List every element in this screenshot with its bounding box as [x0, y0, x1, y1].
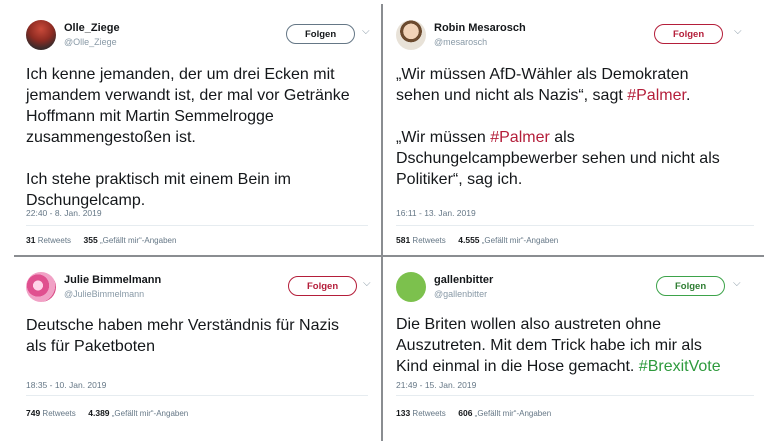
avatar[interactable] — [396, 20, 426, 50]
user-handle[interactable]: @JulieBimmelmann — [64, 289, 144, 299]
like-label[interactable]: „Gefällt mir“-Angaben — [482, 236, 558, 245]
retweet-label[interactable]: Retweets — [412, 236, 445, 245]
tweet-text: Deutsche haben mehr Verständnis für Nazi… — [26, 315, 339, 357]
user-name[interactable]: Robin Mesarosch — [434, 22, 526, 34]
tweet-text-fragment: Kind einmal in die Hose gemacht. — [396, 358, 639, 375]
tweet-timestamp[interactable]: 18:35 - 10. Jan. 2019 — [26, 380, 106, 390]
follow-button[interactable]: Folgen — [654, 24, 724, 44]
tweet-text-fragment: „Wir müssen — [396, 129, 491, 146]
retweet-label[interactable]: Retweets — [42, 409, 75, 418]
tweet-card-gallenbitter: gallenbitter @gallenbitter Folgen ⌵ Die … — [388, 262, 764, 442]
chevron-down-icon[interactable]: ⌵ — [734, 26, 742, 37]
like-count[interactable]: 4.389 — [88, 408, 109, 418]
hashtag-link[interactable]: #Palmer — [490, 129, 550, 146]
tweet-card-julie-bimmelmann: Julie Bimmelmann @JulieBimmelmann Folgen… — [18, 262, 378, 442]
tweet-timestamp[interactable]: 22:40 - 8. Jan. 2019 — [26, 208, 102, 218]
chevron-down-icon[interactable]: ⌵ — [362, 26, 370, 37]
like-count[interactable]: 4.555 — [458, 235, 479, 245]
like-label[interactable]: „Gefällt mir“-Angaben — [100, 236, 176, 245]
tweet-text-line: zusammengestoßen ist. — [26, 129, 196, 146]
tweet-text-line: Kind einmal in die Hose gemacht. #Brexit… — [396, 356, 721, 377]
follow-button[interactable]: Folgen — [286, 24, 356, 44]
chevron-down-icon[interactable]: ⌵ — [363, 278, 371, 289]
tweet-text-spacer — [396, 106, 720, 127]
user-handle[interactable]: @mesarosch — [434, 37, 487, 47]
user-name[interactable]: Olle_Ziege — [64, 22, 120, 34]
user-handle[interactable]: @Olle_Ziege — [64, 37, 117, 47]
avatar[interactable] — [26, 20, 56, 50]
like-label[interactable]: „Gefällt mir“-Angaben — [112, 409, 188, 418]
tweet-text-spacer — [26, 148, 350, 169]
tweet-stats: 133 Retweets 606 „Gefällt mir“-Angaben — [396, 408, 551, 418]
retweet-count[interactable]: 133 — [396, 408, 410, 418]
retweet-count[interactable]: 581 — [396, 235, 410, 245]
tweet-text-fragment: als — [549, 129, 575, 146]
tweet-text: Die Briten wollen also austreten ohne Au… — [396, 314, 721, 377]
tweet-text-line: „Wir müssen #Palmer als — [396, 127, 720, 148]
tweet-text-fragment: sehen und nicht als Nazis“, sagt — [396, 87, 628, 104]
tweet-card-robin-mesarosch: Robin Mesarosch @mesarosch Folgen ⌵ „Wir… — [388, 10, 764, 254]
stats-divider — [26, 395, 368, 396]
tweet-text-line: Auszutreten. Mit dem Trick habe ich mir … — [396, 337, 702, 354]
follow-button[interactable]: Folgen — [656, 276, 726, 296]
tweet-text: „Wir müssen AfD-Wähler als Demokraten se… — [396, 64, 720, 190]
follow-button[interactable]: Folgen — [288, 276, 358, 296]
stats-divider — [396, 395, 754, 396]
retweet-label[interactable]: Retweets — [38, 236, 71, 245]
user-handle[interactable]: @gallenbitter — [434, 289, 487, 299]
user-name[interactable]: Julie Bimmelmann — [64, 274, 161, 286]
stats-divider — [396, 225, 754, 226]
tweet-stats: 749 Retweets 4.389 „Gefällt mir“-Angaben — [26, 408, 188, 418]
hashtag-link[interactable]: #Palmer — [627, 87, 686, 104]
tweet-text: Ich kenne jemanden, der um drei Ecken mi… — [26, 64, 350, 211]
like-count[interactable]: 355 — [84, 235, 98, 245]
grid-divider-vertical — [381, 4, 383, 441]
retweet-count[interactable]: 31 — [26, 235, 35, 245]
user-name[interactable]: gallenbitter — [434, 274, 493, 286]
stats-divider — [26, 225, 368, 226]
tweet-text-line: „Wir müssen AfD-Wähler als Demokraten — [396, 66, 689, 83]
retweet-label[interactable]: Retweets — [412, 409, 445, 418]
tweet-text-line: Die Briten wollen also austreten ohne — [396, 316, 662, 333]
tweet-card-olle-ziege: Olle_Ziege @Olle_Ziege Folgen ⌵ Ich kenn… — [18, 10, 378, 254]
tweet-text-line: Deutsche haben mehr Verständnis für Nazi… — [26, 317, 340, 334]
tweet-text-line: jemandem verwandt ist, der mal vor Geträ… — [26, 87, 350, 104]
tweet-text-fragment: . — [685, 87, 691, 104]
tweet-text-line: Dschungelcampbewerber sehen und nicht al… — [396, 150, 720, 167]
avatar[interactable] — [26, 272, 56, 302]
tweet-text-line: Ich stehe praktisch mit einem Bein im — [26, 171, 291, 188]
tweet-text-line: Ich kenne jemanden, der um drei Ecken mi… — [26, 66, 335, 83]
like-label[interactable]: „Gefällt mir“-Angaben — [475, 409, 551, 418]
avatar[interactable] — [396, 272, 426, 302]
retweet-count[interactable]: 749 — [26, 408, 40, 418]
tweet-stats: 581 Retweets 4.555 „Gefällt mir“-Angaben — [396, 235, 558, 245]
tweet-text-line: als für Paketboten — [26, 338, 155, 355]
tweet-stats: 31 Retweets 355 „Gefällt mir“-Angaben — [26, 235, 176, 245]
tweet-timestamp[interactable]: 16:11 - 13. Jan. 2019 — [396, 208, 476, 218]
chevron-down-icon[interactable]: ⌵ — [733, 278, 741, 289]
like-count[interactable]: 606 — [458, 408, 472, 418]
tweet-text-line: Hoffmann mit Martin Semmelrogge — [26, 108, 274, 125]
tweet-text-line: sehen und nicht als Nazis“, sagt #Palmer… — [396, 85, 720, 106]
tweet-text-line: Politiker“, sag ich. — [396, 171, 523, 188]
tweet-timestamp[interactable]: 21:49 - 15. Jan. 2019 — [396, 380, 476, 390]
hashtag-link[interactable]: #BrexitVote — [639, 358, 721, 375]
grid-divider-horizontal — [14, 255, 764, 257]
